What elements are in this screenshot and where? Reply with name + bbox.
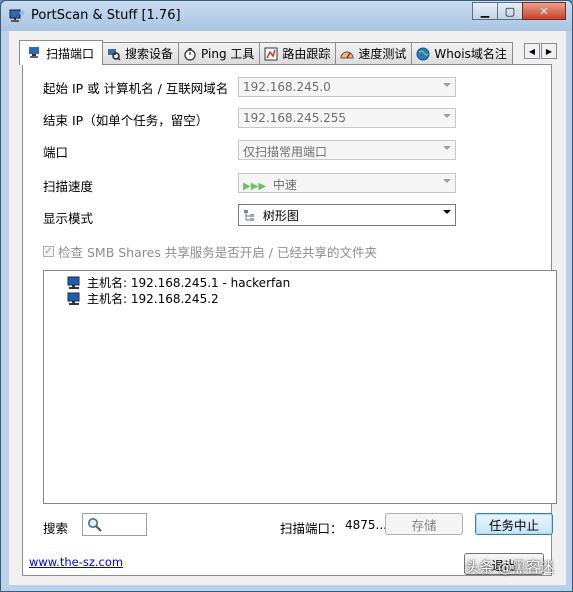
chevron-down-icon (443, 114, 451, 118)
app-icon (9, 9, 25, 22)
port-value: 仅扫描常用端口 (243, 145, 328, 159)
search-icon (88, 518, 102, 532)
save-button[interactable]: 存储 (385, 513, 463, 535)
stopwatch-icon (184, 47, 196, 61)
tab-whois[interactable]: Whois域名注 (411, 42, 513, 64)
display-mode-label: 显示模式 (43, 211, 94, 226)
start-ip-label: 起始 IP 或 计算机名 / 互联网域名 (43, 81, 229, 96)
chevron-down-icon (443, 210, 451, 214)
tab-speed-test[interactable]: 速度测试 (335, 42, 413, 64)
tab-label: 速度测试 (358, 47, 407, 61)
chevron-left-icon: ◀ (528, 46, 536, 56)
tab-scroll: ◀ ▶ (523, 43, 557, 59)
title-bar[interactable]: PortScan & Stuff [1.76] ▁ ▢ ✕ (1, 1, 572, 31)
speed-label: 扫描速度 (43, 179, 94, 194)
maximize-icon: ▢ (504, 4, 516, 18)
smb-check-label: 检查 SMB Shares 共享服务是否开启 / 已经共享的文件夹 (58, 245, 377, 260)
tab-scan-ports[interactable]: 扫描端口 (19, 40, 104, 65)
results-tree[interactable]: 主机名: 192.168.245.1 - hackerfan 主机名: 192.… (43, 270, 557, 504)
tab-label: Ping 工具 (201, 47, 255, 61)
globe-icon (416, 47, 430, 60)
network-icon (29, 47, 39, 58)
close-icon: ✕ (539, 4, 549, 18)
tree-item-label: 主机名: 192.168.245.2 (87, 292, 219, 306)
display-mode-value: 树形图 (262, 209, 299, 223)
tab-ping-tool[interactable]: Ping 工具 (178, 42, 261, 64)
display-mode-combo[interactable]: 树形图 (238, 204, 456, 226)
tree-item[interactable]: 主机名: 192.168.245.2 (67, 290, 219, 307)
tree-item-label: 主机名: 192.168.245.1 - hackerfan (87, 276, 291, 290)
app-window: PortScan & Stuff [1.76] ▁ ▢ ✕ 扫描端口 搜索设备 … (0, 0, 573, 592)
tab-traceroute[interactable]: 路由跟踪 (259, 42, 337, 64)
end-ip-value: 192.168.245.255 (243, 111, 347, 125)
start-ip-value: 192.168.245.0 (243, 80, 331, 94)
smb-checkbox[interactable]: ✓ (43, 246, 54, 257)
tree-view-icon (244, 210, 254, 221)
speed-value: 中速 (272, 178, 297, 192)
computer-icon (67, 292, 80, 305)
tab-label: 搜索设备 (125, 47, 174, 61)
speedometer-icon (340, 51, 354, 58)
tree-item[interactable]: 主机名: 192.168.245.1 - hackerfan (67, 274, 290, 291)
tab-scroll-right-button[interactable]: ▶ (541, 43, 557, 59)
website-link[interactable]: www.the-sz.com (29, 555, 123, 569)
end-ip-label: 结束 IP（如单个任务，留空） (43, 113, 209, 128)
search-devices-icon (108, 48, 121, 61)
end-ip-combo[interactable]: 192.168.245.255 (238, 108, 456, 128)
port-label: 端口 (43, 145, 69, 160)
route-icon (264, 47, 278, 60)
computer-icon (67, 276, 80, 289)
chevron-down-icon (443, 146, 451, 150)
tab-search-devices[interactable]: 搜索设备 (102, 42, 180, 64)
tab-label: 路由跟踪 (282, 47, 331, 61)
client-area: 扫描端口 搜索设备 Ping 工具 路由跟踪 速度测试 Whois域名注 ◀ ▶… (9, 31, 566, 585)
smb-check-row[interactable]: ✓ 检查 SMB Shares 共享服务是否开启 / 已经共享的文件夹 (43, 242, 377, 261)
minimize-icon: ▁ (480, 4, 490, 18)
ports-scanned-value: 4875... (345, 518, 387, 532)
ports-scanned-label: 扫描端口： (280, 521, 343, 536)
close-button[interactable]: ✕ (522, 2, 566, 20)
chevron-down-icon (443, 83, 451, 87)
minimize-button[interactable]: ▁ (472, 2, 498, 20)
tab-scroll-left-button[interactable]: ◀ (524, 43, 540, 59)
start-ip-combo[interactable]: 192.168.245.0 (238, 77, 456, 97)
search-input[interactable] (82, 513, 147, 536)
tab-strip: 扫描端口 搜索设备 Ping 工具 路由跟踪 速度测试 Whois域名注 (19, 40, 513, 65)
speed-combo[interactable]: ▶▶▶ 中速 (238, 173, 456, 193)
watermark-text: 头条 @黑客迷 (465, 560, 554, 576)
scan-ports-panel: 起始 IP 或 计算机名 / 互联网域名 192.168.245.0 结束 IP… (22, 64, 557, 576)
chevron-right-icon: ▶ (545, 46, 553, 56)
maximize-button[interactable]: ▢ (497, 2, 523, 20)
tab-label: 扫描端口 (46, 46, 95, 61)
search-label: 搜索 (43, 521, 69, 536)
window-title: PortScan & Stuff [1.76] (31, 8, 181, 23)
tab-label: Whois域名注 (434, 47, 507, 61)
fast-forward-icon: ▶▶▶ (243, 181, 267, 192)
stop-task-button[interactable]: 任务中止 (475, 513, 553, 535)
chevron-down-icon (443, 179, 451, 183)
port-combo[interactable]: 仅扫描常用端口 (238, 140, 456, 160)
